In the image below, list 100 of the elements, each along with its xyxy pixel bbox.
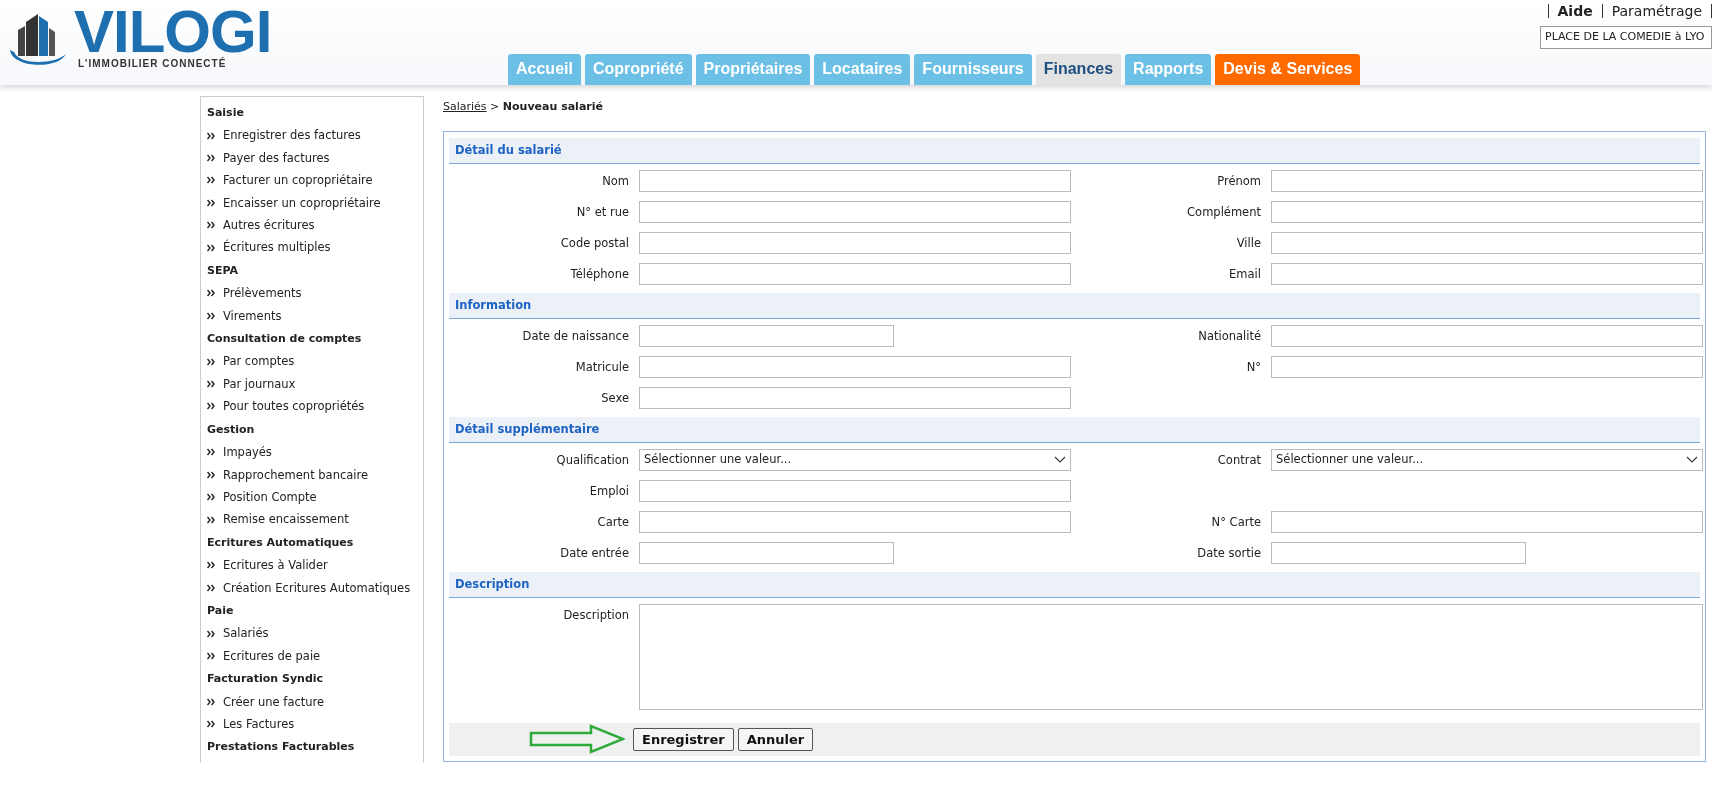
double-chevron-icon bbox=[207, 380, 215, 389]
logo-text: VILOGI bbox=[74, 8, 272, 56]
save-button[interactable]: Enregistrer bbox=[633, 727, 734, 751]
sidebar-link[interactable]: Ecritures de paie bbox=[223, 644, 321, 668]
text-field[interactable] bbox=[1271, 510, 1703, 533]
field-label: Date sortie bbox=[1196, 544, 1261, 562]
section-header: Description bbox=[449, 571, 1700, 598]
double-chevron-icon bbox=[207, 402, 215, 411]
double-chevron-icon bbox=[207, 311, 215, 320]
arrow-icon bbox=[529, 724, 625, 755]
text-field[interactable] bbox=[639, 200, 1071, 223]
chevron-down-icon bbox=[1686, 456, 1698, 463]
sidebar-heading: Ecritures Automatiques bbox=[207, 535, 354, 549]
double-chevron-icon bbox=[207, 697, 215, 706]
sidebar-heading: Paie bbox=[207, 603, 234, 617]
breadcrumb-separator: > bbox=[490, 100, 500, 113]
sidebar-link[interactable]: Payer des factures bbox=[223, 146, 330, 170]
field-label: Téléphone bbox=[569, 265, 629, 283]
top-link[interactable]: Paramétrage bbox=[1601, 4, 1711, 18]
sidebar-link[interactable]: Remise encaissement bbox=[223, 508, 349, 531]
text-area[interactable] bbox=[639, 603, 1703, 710]
field-label: Complément bbox=[1186, 203, 1261, 221]
double-chevron-icon bbox=[207, 651, 215, 660]
double-chevron-icon bbox=[207, 583, 215, 592]
sidebar-link[interactable]: Autres écritures bbox=[223, 214, 315, 237]
double-chevron-icon bbox=[207, 515, 215, 524]
field-label: Code postal bbox=[559, 234, 629, 252]
sidebar-link[interactable]: Virements bbox=[223, 304, 282, 328]
double-chevron-icon bbox=[207, 176, 215, 185]
top-link[interactable]: Aide bbox=[1547, 4, 1602, 18]
text-field[interactable] bbox=[639, 510, 1071, 533]
text-field[interactable] bbox=[639, 479, 1071, 502]
sidebar-link[interactable]: Rapprochement bancaire bbox=[223, 463, 369, 486]
date-field[interactable] bbox=[1271, 541, 1526, 564]
sidebar-link[interactable]: Création Ecritures Automatiques bbox=[223, 576, 411, 599]
double-chevron-icon bbox=[207, 448, 215, 457]
field-label: Emploi bbox=[588, 482, 629, 500]
sidebar-link[interactable]: Pour toutes copropriétés bbox=[223, 395, 365, 418]
field-label: Carte bbox=[596, 513, 629, 531]
double-chevron-icon bbox=[207, 493, 215, 502]
sidebar-heading: Consultation de comptes bbox=[207, 332, 362, 346]
sidebar-link[interactable]: Les Factures bbox=[223, 712, 295, 736]
sidebar-heading: Gestion bbox=[207, 422, 255, 436]
sidebar-link[interactable]: Prélèvements bbox=[223, 282, 302, 305]
sidebar-heading: Saisie bbox=[207, 106, 244, 119]
text-field[interactable] bbox=[639, 386, 1071, 409]
double-chevron-icon bbox=[207, 357, 215, 366]
field-label: Prénom bbox=[1216, 172, 1261, 190]
text-field[interactable] bbox=[639, 231, 1071, 254]
field-label: Sexe bbox=[600, 389, 629, 407]
text-field[interactable] bbox=[1271, 262, 1703, 285]
double-chevron-icon bbox=[207, 198, 215, 207]
date-field[interactable] bbox=[639, 324, 894, 347]
sidebar-link[interactable]: Par journaux bbox=[223, 372, 296, 396]
field-label: Description bbox=[562, 606, 629, 624]
sidebar-link[interactable]: Par comptes bbox=[223, 350, 295, 373]
text-field[interactable] bbox=[1271, 324, 1703, 347]
sidebar-link[interactable]: Salariés bbox=[223, 622, 269, 645]
field-label: N° Carte bbox=[1210, 513, 1261, 531]
nav-tab[interactable]: Finances bbox=[1035, 54, 1122, 85]
sidebar-link[interactable]: Enregistrer des factures bbox=[223, 124, 361, 147]
field-label: Qualification bbox=[555, 451, 629, 469]
text-field[interactable] bbox=[639, 169, 1071, 192]
date-field[interactable] bbox=[639, 541, 894, 564]
double-chevron-icon bbox=[207, 221, 215, 230]
breadcrumb-link[interactable]: Salariés bbox=[443, 100, 487, 113]
sidebar-link[interactable]: Position Compte bbox=[223, 485, 317, 509]
sidebar-link[interactable]: Impayés bbox=[223, 441, 272, 464]
field-label: Nom bbox=[601, 172, 629, 190]
section-header: Détail supplémentaire bbox=[449, 416, 1700, 443]
sidebar-link[interactable]: Créer une facture bbox=[223, 690, 325, 713]
sidebar-heading: Facturation Syndic bbox=[207, 672, 324, 686]
text-field[interactable] bbox=[639, 262, 1071, 285]
double-chevron-icon bbox=[207, 629, 215, 638]
field-label: N° bbox=[1245, 358, 1261, 376]
field-label: Date entrée bbox=[559, 544, 629, 562]
sidebar-link[interactable]: Écritures multiples bbox=[223, 236, 331, 259]
double-chevron-icon bbox=[207, 154, 215, 162]
sidebar-heading: Prestations Facturables bbox=[207, 740, 355, 754]
text-field[interactable] bbox=[1271, 200, 1703, 223]
text-field[interactable] bbox=[1271, 169, 1703, 192]
text-field[interactable] bbox=[1271, 231, 1703, 254]
sidebar-link[interactable]: Facturer un copropriétaire bbox=[223, 169, 373, 192]
sidebar-link[interactable]: Encaisser un copropriétaire bbox=[223, 191, 381, 215]
double-chevron-icon bbox=[207, 131, 215, 140]
field-label: Email bbox=[1228, 265, 1261, 283]
text-field[interactable] bbox=[639, 355, 1071, 378]
field-label: Date de naissance bbox=[521, 327, 629, 345]
cancel-button[interactable]: Annuler bbox=[737, 727, 814, 751]
section-header: Information bbox=[449, 292, 1700, 319]
dropdown-field[interactable]: Sélectionner une valeur... bbox=[639, 448, 1071, 471]
field-label: Ville bbox=[1235, 234, 1261, 252]
sidebar-link[interactable]: Ecritures à Valider bbox=[223, 554, 328, 577]
field-label: N° et rue bbox=[575, 203, 629, 221]
double-chevron-icon bbox=[207, 243, 215, 252]
sidebar-heading: SEPA bbox=[207, 263, 238, 277]
text-field[interactable] bbox=[1271, 355, 1703, 378]
dropdown-field[interactable]: Sélectionner une valeur... bbox=[1271, 448, 1703, 471]
location-field[interactable]: PLACE DE LA COMEDIE à LYO bbox=[1540, 26, 1712, 49]
double-chevron-icon bbox=[207, 289, 215, 298]
